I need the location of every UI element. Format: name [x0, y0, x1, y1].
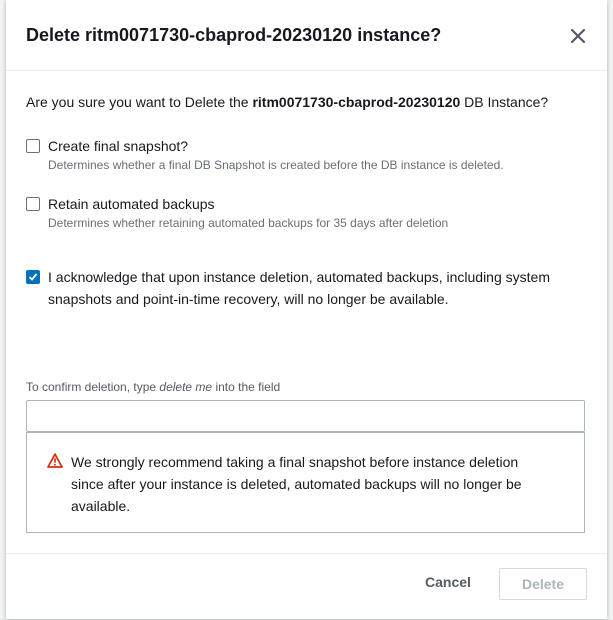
create-final-snapshot-checkbox[interactable] — [26, 139, 40, 153]
warning-text: We strongly recommend taking a final sna… — [71, 454, 522, 514]
close-icon[interactable] — [569, 27, 587, 45]
checkbox-description: Determines whether retaining automated b… — [48, 216, 449, 230]
option-retain-automated-backups[interactable]: Retain automated backups Determines whet… — [26, 195, 448, 230]
confirmation-question: Are you sure you want to Delete the ritm… — [26, 94, 549, 110]
retain-automated-backups-checkbox[interactable] — [26, 197, 40, 211]
acknowledge-label: I acknowledge that upon instance deletio… — [48, 269, 550, 307]
dialog-body: Are you sure you want to Delete the ritm… — [26, 94, 586, 533]
warning-icon — [47, 453, 63, 473]
delete-button[interactable]: Delete — [499, 568, 587, 600]
checkbox-label: Create final snapshot? — [48, 138, 189, 154]
confirm-field-label: To confirm deletion, type delete me into… — [26, 380, 281, 394]
checkmark-icon — [28, 273, 38, 281]
instance-name: ritm0071730-cbaprod-20230120 — [252, 94, 461, 110]
confirm-keyword: delete me — [159, 380, 213, 394]
option-create-final-snapshot[interactable]: Create final snapshot? Determines whethe… — [26, 137, 504, 172]
checkbox-label: Retain automated backups — [48, 196, 215, 212]
delete-instance-dialog: Delete ritm0071730-cbaprod-20230120 inst… — [6, 0, 607, 619]
warning-alert: We strongly recommend taking a final sna… — [26, 432, 585, 533]
acknowledge-checkbox[interactable] — [26, 270, 40, 284]
checkbox-description: Determines whether a final DB Snapshot i… — [48, 158, 504, 172]
confirm-deletion-input[interactable] — [26, 400, 585, 432]
cancel-button[interactable]: Cancel — [425, 574, 471, 590]
dialog-title: Delete ritm0071730-cbaprod-20230120 inst… — [26, 25, 442, 45]
dialog-footer: Cancel Delete — [6, 553, 607, 620]
option-acknowledge[interactable]: I acknowledge that upon instance deletio… — [26, 266, 568, 310]
dialog-header: Delete ritm0071730-cbaprod-20230120 inst… — [6, 0, 607, 71]
